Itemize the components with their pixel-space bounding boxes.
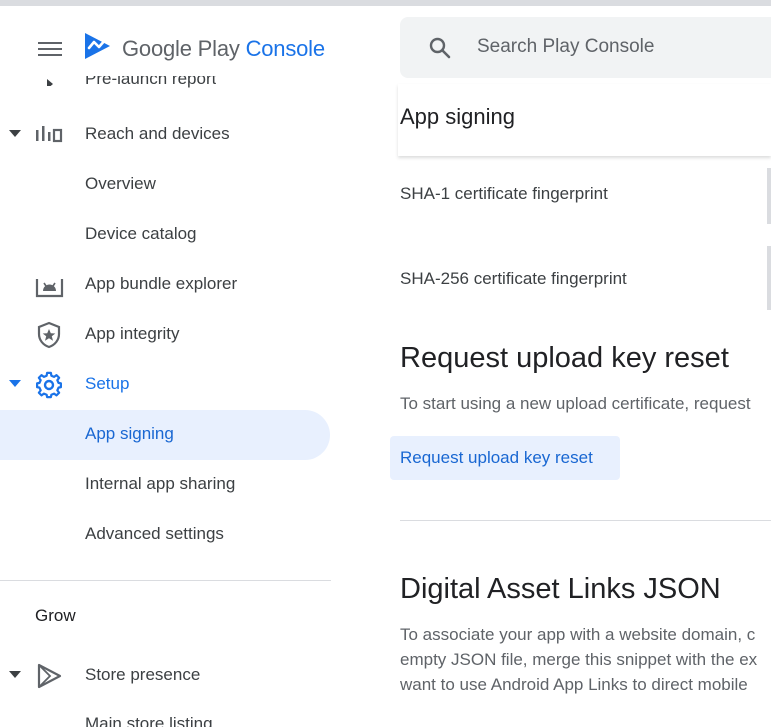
- sidebar-item-device-catalog[interactable]: Device catalog: [0, 210, 331, 260]
- brand-name: Google Play Console: [122, 36, 325, 62]
- bar-chart-icon: [36, 126, 63, 143]
- play-console-logo: [85, 33, 110, 59]
- search-icon: [429, 37, 451, 59]
- asset-links-line: empty JSON file, merge this snippet with…: [400, 650, 758, 669]
- sidebar-item-app-bundle-explorer[interactable]: App bundle explorer: [0, 260, 331, 310]
- asset-links-line: To associate your app with a website dom…: [400, 625, 756, 644]
- sidebar-item-label: Overview: [85, 174, 156, 193]
- section-divider: [400, 520, 771, 521]
- sidebar-item-store-presence[interactable]: Store presence: [0, 651, 331, 701]
- sidebar-item-app-signing[interactable]: App signing: [0, 410, 330, 460]
- request-upload-key-reset-button[interactable]: Request upload key reset: [390, 436, 620, 480]
- sha1-label: SHA-1 certificate fingerprint: [400, 184, 608, 203]
- sidebar-item-label: Reach and devices: [85, 124, 230, 143]
- search-bar[interactable]: Search Play Console: [400, 17, 771, 78]
- asset-links-heading: Digital Asset Links JSON: [400, 573, 721, 605]
- search-input[interactable]: Search Play Console: [477, 36, 654, 58]
- sidebar-item-app-integrity[interactable]: App integrity: [0, 310, 331, 360]
- sidebar-section-grow: Grow: [35, 606, 76, 625]
- sidebar: Pre-launch report Google Play Console Re…: [0, 6, 331, 727]
- sidebar-item-label: Internal app sharing: [85, 474, 236, 493]
- sidebar-item-label: Device catalog: [85, 224, 197, 243]
- sha1-value-edge: [767, 168, 771, 224]
- sidebar-item-label: App bundle explorer: [85, 274, 238, 293]
- shield-star-icon: [37, 321, 61, 349]
- brand-console: Console: [245, 36, 326, 61]
- asset-links-line: want to use Android App Links to direct …: [400, 675, 748, 694]
- caret-down-icon[interactable]: [9, 671, 21, 678]
- sidebar-item-advanced-settings[interactable]: Advanced settings: [0, 510, 331, 560]
- gear-icon: [35, 371, 63, 399]
- sidebar-item-main-store-listing[interactable]: Main store listing: [85, 714, 213, 727]
- upload-reset-description: To start using a new upload certificate,…: [400, 394, 751, 413]
- sidebar-item-label: Setup: [85, 374, 130, 393]
- app-header: Google Play Console: [0, 20, 331, 76]
- chevron-right-icon: [47, 76, 53, 86]
- upload-reset-heading: Request upload key reset: [400, 342, 729, 374]
- brand-google-play: Google Play: [122, 36, 240, 61]
- play-triangle-icon: [37, 663, 62, 689]
- sha256-value-edge: [767, 246, 771, 310]
- page-header: App signing: [398, 84, 771, 156]
- caret-down-icon[interactable]: [9, 130, 21, 137]
- android-bundle-icon: [35, 279, 64, 298]
- sidebar-item-overview[interactable]: Overview: [0, 160, 331, 210]
- sidebar-item-internal-app-sharing[interactable]: Internal app sharing: [0, 460, 331, 510]
- sidebar-divider: [0, 580, 331, 581]
- sidebar-item-setup[interactable]: Setup: [0, 360, 331, 410]
- caret-down-icon[interactable]: [9, 380, 21, 387]
- sidebar-item-reach-and-devices[interactable]: Reach and devices: [0, 110, 331, 160]
- sidebar-item-label: Advanced settings: [85, 524, 224, 543]
- sidebar-item-label: App signing: [85, 424, 174, 443]
- menu-icon[interactable]: [36, 38, 64, 60]
- sidebar-item-label: App integrity: [85, 324, 180, 343]
- sidebar-item-label: Store presence: [85, 665, 201, 684]
- sha256-label: SHA-256 certificate fingerprint: [400, 269, 627, 288]
- page-title: App signing: [400, 104, 515, 129]
- button-label: Request upload key reset: [400, 448, 593, 467]
